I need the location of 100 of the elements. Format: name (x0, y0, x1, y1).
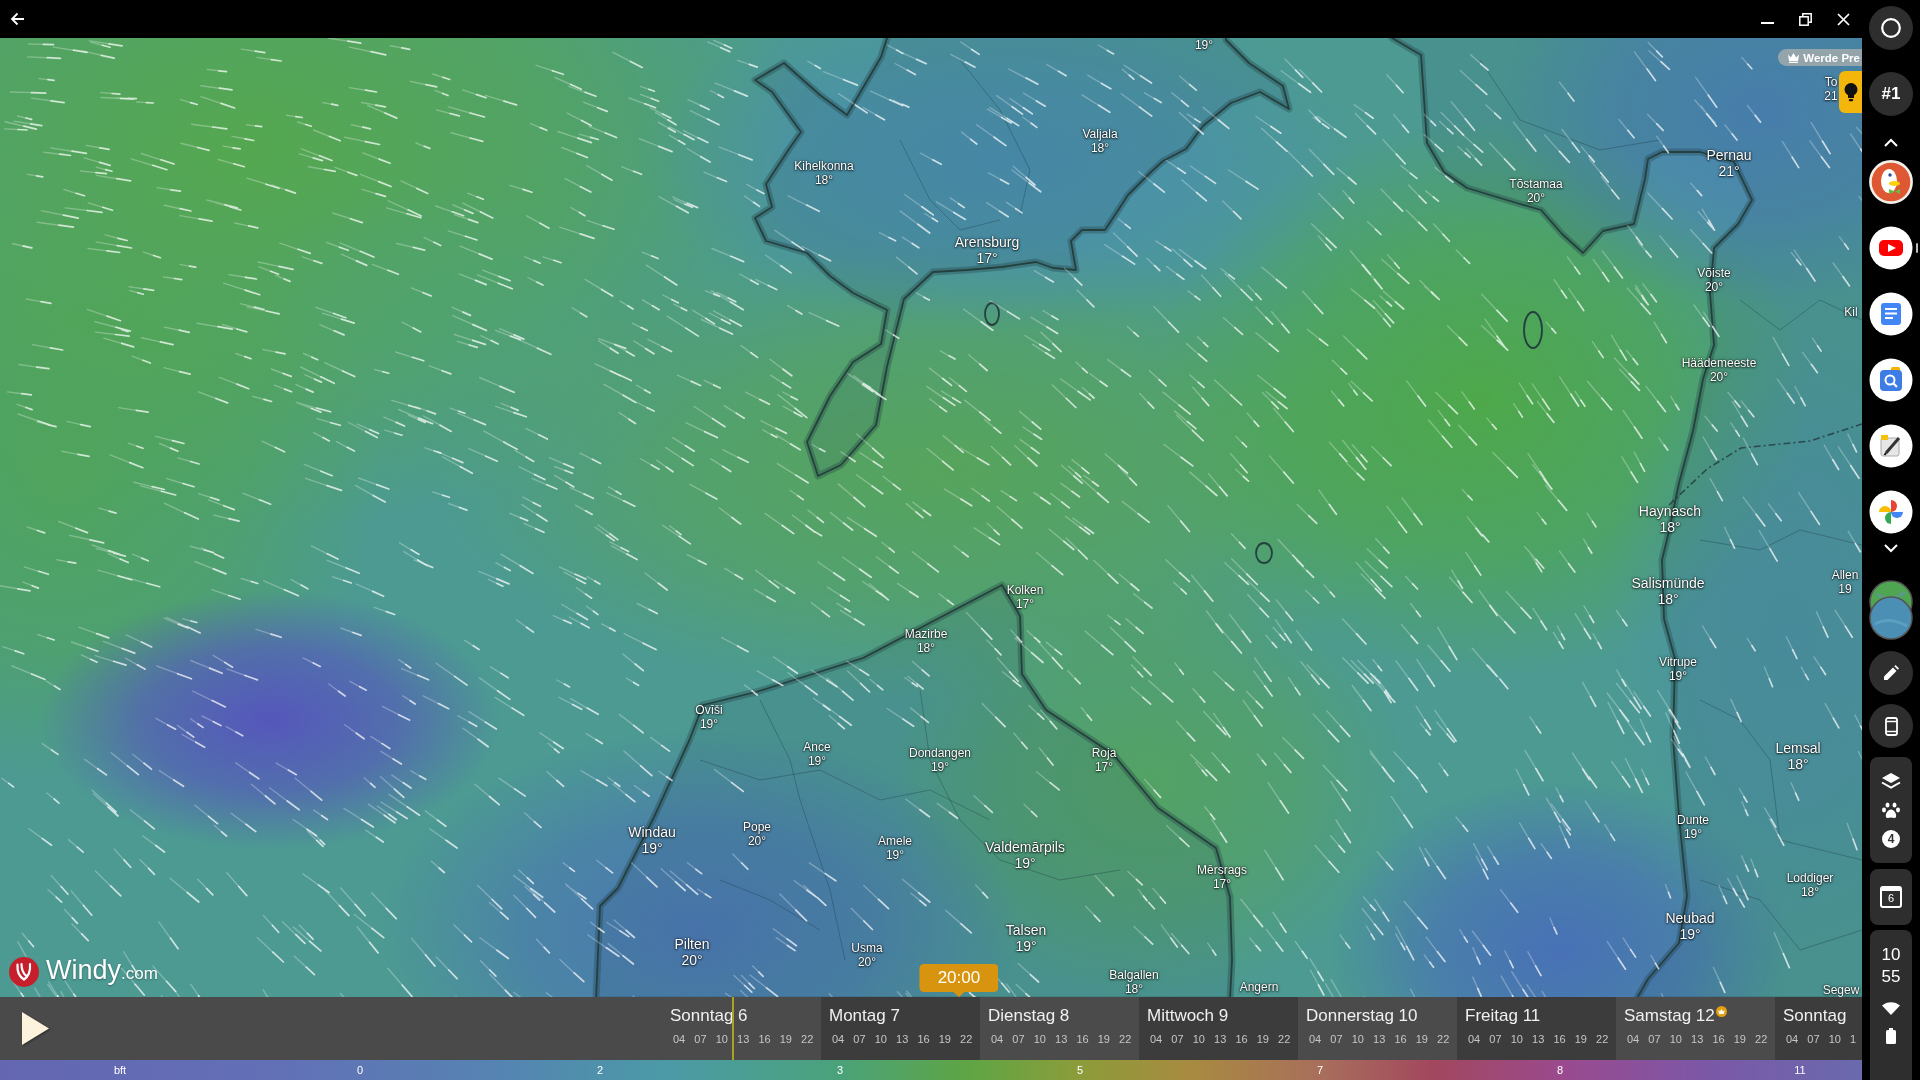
battery-icon (1886, 1028, 1896, 1044)
chevron-up-icon[interactable] (1884, 138, 1898, 147)
day-column[interactable]: Mittwoch 9 04 07 10 13 16 19 22 (1139, 997, 1298, 1060)
hour-label: 19 (1574, 1033, 1587, 1046)
paw-icon[interactable] (1882, 801, 1900, 819)
phone-button[interactable] (1869, 704, 1913, 748)
hour-label: 22 (1755, 1033, 1768, 1046)
day-column[interactable]: Montag 7 04 07 10 13 16 19 22 (821, 997, 980, 1060)
hour-label: 13 (1055, 1033, 1068, 1046)
logo-icon (9, 957, 39, 987)
place-name: Balgallen (1109, 968, 1159, 982)
temperature-label: 19° (699, 717, 719, 731)
pinwheel-app-icon[interactable] (1869, 490, 1913, 534)
temperature-label: 18° (1124, 982, 1144, 996)
temperature-label: 18° (916, 641, 936, 655)
place-name: Kil (1844, 305, 1858, 319)
hour-label: 22 (1596, 1033, 1609, 1046)
hour-label: 22 (1119, 1033, 1132, 1046)
document-app-icon[interactable] (1869, 292, 1913, 336)
hour-label: 04 (832, 1033, 845, 1046)
phone-icon (1884, 716, 1898, 736)
temperature-label: 20° (857, 955, 877, 969)
place-name: Valdemārpils (985, 839, 1065, 855)
hour-label: 22 (1278, 1033, 1291, 1046)
day-column[interactable]: Freitag 11 04 07 10 13 16 19 22 (1457, 997, 1616, 1060)
place-name: Võiste (1697, 266, 1731, 280)
hour-label: 07 (853, 1033, 866, 1046)
layer-count-badge[interactable]: 4 (1882, 830, 1900, 848)
place-name: Neubad (1665, 910, 1715, 926)
hour-label: 07 (1489, 1033, 1502, 1046)
day-label: Samstag 12 (1624, 1006, 1715, 1026)
temperature-label: 20° (1704, 280, 1724, 294)
temperature-label: 21 (1824, 89, 1838, 103)
hour-label: 13 (1214, 1033, 1227, 1046)
place-name: Allen (1831, 568, 1859, 582)
place-name: Windau (628, 824, 676, 840)
place-name: Roja (1091, 746, 1117, 760)
back-arrow-icon[interactable] (10, 12, 25, 26)
play-button[interactable] (22, 1012, 49, 1045)
hour-label: 19 (938, 1033, 951, 1046)
hour-label: 04 (1309, 1033, 1322, 1046)
hour-label: 16 (1235, 1033, 1248, 1046)
map-thumbnail-icon[interactable] (1869, 580, 1913, 640)
hour-label: 10 (1192, 1033, 1205, 1046)
place-name: Mērsrags (1197, 863, 1247, 877)
pencil-note-app-icon[interactable] (1869, 424, 1913, 468)
temperature-label: 20° (1709, 370, 1729, 384)
temperature-label: 19° (1679, 926, 1701, 942)
lightbulb-button[interactable] (1839, 71, 1862, 113)
place-name: Usma (851, 941, 883, 955)
hour-label: 22 (1437, 1033, 1450, 1046)
scale-label: 11 (1794, 1063, 1806, 1077)
day-column[interactable]: Sonntag 04 07 10 1 (1775, 997, 1862, 1060)
magnifier-app-icon[interactable] (1869, 358, 1913, 402)
hour-label: 07 (694, 1033, 707, 1046)
lightbulb-icon (1843, 82, 1858, 102)
scale-label: 8 (1556, 1063, 1564, 1077)
hour-label: 19 (779, 1033, 792, 1046)
hour-label: 10 (1669, 1033, 1682, 1046)
workspace-button[interactable]: #1 (1869, 72, 1913, 116)
place-name: Mazirbe (904, 627, 948, 641)
chevron-down-icon[interactable] (1884, 544, 1898, 553)
temperature-label: 19° (1683, 827, 1703, 841)
pen-button[interactable] (1869, 651, 1913, 695)
restore-icon[interactable] (1799, 12, 1812, 26)
place-name: To (1824, 75, 1838, 89)
place-name: Valjala (1082, 127, 1118, 141)
temperature-label: 17° (1094, 760, 1114, 774)
temperature-label: 18° (1800, 885, 1820, 899)
temperature-label: 18° (1659, 519, 1681, 535)
indicator-icon (1916, 243, 1918, 253)
ring-icon (1881, 18, 1901, 38)
temperature-label: 17° (1212, 877, 1232, 891)
scale-label: 7 (1316, 1063, 1324, 1077)
place-name: Ance (803, 740, 831, 754)
temperature-label: 20° (747, 834, 767, 848)
layers-icon[interactable] (1881, 772, 1901, 790)
hour-label: 19 (1733, 1033, 1746, 1046)
day-label: Sonntag 6 (670, 1006, 748, 1026)
place-name: Loddiger (1786, 871, 1834, 885)
close-icon[interactable] (1837, 12, 1850, 26)
temperature-label: 18° (1657, 591, 1679, 607)
temperature-label: 18° (814, 173, 834, 187)
calendar-button[interactable]: 6 (1870, 869, 1912, 925)
duck-app-icon[interactable] (1869, 160, 1913, 204)
day-label: Mittwoch 9 (1147, 1006, 1229, 1026)
place-name: Vitrupe (1659, 655, 1697, 669)
hour-label: 16 (1553, 1033, 1566, 1046)
temperature-label: 19° (1668, 669, 1688, 683)
home-button[interactable] (1869, 6, 1913, 50)
place-name: Pope (743, 820, 771, 834)
video-play-app-icon[interactable] (1869, 226, 1913, 270)
temperature-label: 19° (1015, 938, 1037, 954)
hour-label: 10 (715, 1033, 728, 1046)
hour-label: 04 (991, 1033, 1004, 1046)
temperature-label: 19° (1014, 855, 1036, 871)
hour-label: 16 (917, 1033, 930, 1046)
hour-label: 04 (1150, 1033, 1163, 1046)
place-name: Ovīši (695, 703, 723, 717)
hour-label: 16 (1394, 1033, 1407, 1046)
